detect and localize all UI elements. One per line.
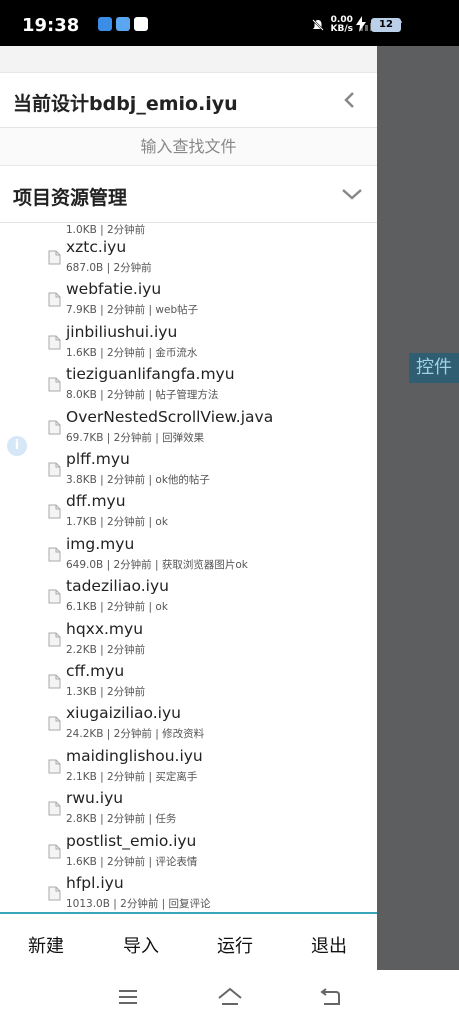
bottom-action-bar: 新建 导入 运行 退出 [0, 912, 377, 970]
charging-icon [356, 16, 366, 32]
menu-icon[interactable] [117, 986, 139, 1008]
file-icon [48, 759, 61, 774]
project-drawer: 当前设计bdbj_emio.iyu 输入查找文件 项目资源管理 1.0KB | … [0, 46, 377, 970]
file-icon [48, 886, 61, 901]
file-name: OverNestedScrollView.java [66, 407, 274, 426]
file-meta: 7.9KB | 2分钟前 | web帖子 [66, 304, 199, 317]
notification-icons [98, 17, 148, 31]
file-item[interactable]: jinbiliushui.iyu 1.6KB | 2分钟前 | 金币流水 [48, 323, 368, 365]
file-item[interactable]: xiugaiziliao.iyu 24.2KB | 2分钟前 | 修改资料 [48, 704, 368, 746]
file-name: tadeziliao.iyu [66, 577, 169, 596]
file-item[interactable]: plff.myu 3.8KB | 2分钟前 | ok他的帖子 [48, 450, 368, 492]
run-button[interactable]: 运行 [217, 932, 253, 958]
file-icon [48, 377, 61, 392]
file-icon [48, 292, 61, 307]
file-name: xiugaiziliao.iyu [66, 704, 181, 723]
file-meta: 1.6KB | 2分钟前 | 评论表情 [66, 855, 198, 868]
file-icon [48, 716, 61, 731]
chevron-left-icon[interactable] [341, 91, 359, 109]
file-meta: 6.1KB | 2分钟前 | ok [66, 601, 168, 614]
import-button[interactable]: 导入 [123, 932, 159, 958]
status-time: 19:38 [22, 15, 80, 36]
net-speed-unit: KB/s [330, 24, 353, 34]
file-icon [48, 674, 61, 689]
chevron-down-icon[interactable] [341, 184, 363, 204]
file-name: jinbiliushui.iyu [66, 322, 178, 341]
system-nav-bar [0, 970, 459, 1024]
file-icon [48, 589, 61, 604]
background-overlay[interactable] [377, 46, 459, 970]
file-name: hfpl.iyu [66, 874, 124, 892]
file-meta: 1.3KB | 2分钟前 [66, 686, 146, 698]
new-button[interactable]: 新建 [28, 932, 64, 958]
file-item[interactable]: maidinglishou.iyu 2.1KB | 2分钟前 | 买定离手 [48, 747, 368, 789]
file-name: cff.myu [66, 662, 125, 680]
file-item[interactable]: OverNestedScrollView.java 69.7KB | 2分钟前 |… [48, 408, 368, 450]
file-name: hqxx.myu [66, 619, 144, 638]
file-icon [48, 250, 61, 265]
file-icon [48, 420, 61, 435]
file-item[interactable]: cff.myu 1.3KB | 2分钟前 [48, 662, 368, 704]
file-item[interactable]: tadeziliao.iyu 6.1KB | 2分钟前 | ok [48, 577, 368, 619]
file-item[interactable]: dff.myu 1.7KB | 2分钟前 | ok [48, 492, 368, 534]
file-name: tieziguanlifangfa.myu [66, 365, 235, 384]
file-icon [48, 462, 61, 477]
file-icon [48, 547, 61, 562]
file-meta: 2.1KB | 2分钟前 | 买定离手 [66, 770, 198, 783]
app-notification-icon [134, 17, 148, 31]
file-meta: 1.7KB | 2分钟前 | ok [66, 516, 168, 529]
file-name: postlist_emio.iyu [66, 831, 197, 850]
file-meta: 649.0B | 2分钟前 | 获取浏览器图片ok [66, 558, 248, 571]
file-meta: 24.2KB | 2分钟前 | 修改资料 [66, 728, 205, 741]
home-icon[interactable] [217, 986, 243, 1008]
file-item[interactable]: tieziguanlifangfa.myu 8.0KB | 2分钟前 | 帖子管理… [48, 365, 368, 407]
resource-manager-title: 项目资源管理 [13, 187, 128, 209]
file-name: dff.myu [66, 492, 126, 511]
file-meta: 1.6KB | 2分钟前 | 金币流水 [66, 346, 198, 359]
status-bar: 19:38 0.00 KB/s 12 [0, 0, 459, 46]
file-meta: 69.7KB | 2分钟前 | 回弹效果 [66, 431, 205, 444]
app-notification-icon [98, 17, 112, 31]
back-icon[interactable] [320, 986, 342, 1008]
file-item[interactable]: webfatie.iyu 7.9KB | 2分钟前 | web帖子 [48, 280, 368, 322]
file-name: xztc.iyu [66, 238, 127, 256]
file-item[interactable]: postlist_emio.iyu 1.6KB | 2分钟前 | 评论表情 [48, 832, 368, 874]
file-meta: 687.0B | 2分钟前 [66, 262, 152, 274]
app-notification-icon [116, 17, 130, 31]
file-item[interactable]: rwu.iyu 2.8KB | 2分钟前 | 任务 [48, 789, 368, 831]
file-name: webfatie.iyu [66, 280, 162, 299]
drawer-header: 当前设计bdbj_emio.iyu [0, 72, 377, 128]
file-icon [48, 844, 61, 859]
file-meta: 2.2KB | 2分钟前 [66, 643, 146, 656]
mute-icon [311, 19, 324, 31]
file-name: img.myu [66, 534, 135, 553]
exit-button[interactable]: 退出 [311, 932, 347, 958]
file-icon [48, 504, 61, 519]
drawer-top-spacer [0, 46, 377, 72]
battery-level: 12 [371, 18, 401, 32]
file-meta: 1013.0B | 2分钟前 | 回复评论 [66, 898, 211, 910]
net-speed: 0.00 KB/s [331, 16, 353, 34]
file-name: plff.myu [66, 450, 130, 468]
file-name: maidinglishou.iyu [66, 746, 203, 765]
file-item[interactable]: img.myu 649.0B | 2分钟前 | 获取浏览器图片ok [48, 535, 368, 577]
file-item[interactable]: hqxx.myu 2.2KB | 2分钟前 [48, 620, 368, 662]
file-icon [48, 632, 61, 647]
file-list[interactable]: 1.0KB | 2分钟前 xztc.iyu 687.0B | 2分钟前 webfat… [0, 222, 377, 915]
current-design-title: 当前设计bdbj_emio.iyu [13, 93, 238, 115]
file-meta: 2.8KB | 2分钟前 | 任务 [66, 813, 177, 826]
file-meta: 1.0KB | 2分钟前 [66, 224, 146, 236]
file-search-input[interactable]: 输入查找文件 [0, 128, 377, 166]
info-icon[interactable]: i [7, 436, 27, 456]
resource-manager-header[interactable]: 项目资源管理 [0, 166, 377, 223]
file-icon [48, 801, 61, 816]
widget-panel-tab[interactable]: 控件 [409, 353, 459, 383]
file-icon [48, 335, 61, 350]
file-item[interactable]: xztc.iyu 687.0B | 2分钟前 [48, 238, 368, 280]
file-meta: 8.0KB | 2分钟前 | 帖子管理方法 [66, 389, 219, 402]
file-meta: 3.8KB | 2分钟前 | ok他的帖子 [66, 474, 210, 486]
file-item[interactable]: hfpl.iyu 1013.0B | 2分钟前 | 回复评论 [48, 874, 368, 915]
file-name: rwu.iyu [66, 789, 124, 808]
